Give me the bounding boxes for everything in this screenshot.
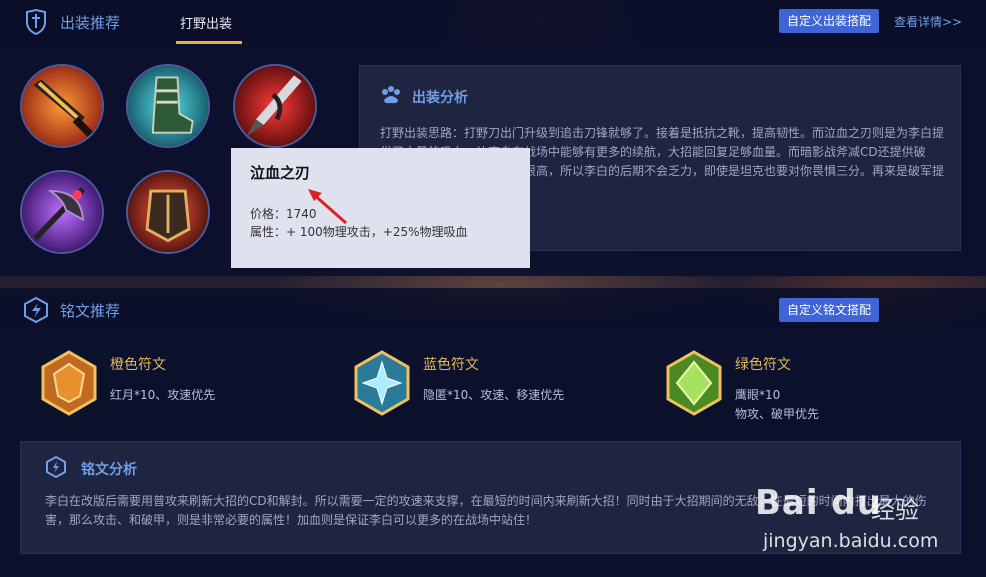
rune-orange-desc: 红月*10、攻速优先 [110,386,215,405]
rune-blue-desc-line1: 隐匿*10、攻速、移速优先 [423,388,565,402]
orange-rune-icon [41,350,97,416]
rune-blue[interactable]: 蓝色符文 隐匿*10、攻速、移速优先 [353,350,653,430]
item-bloodweeper-blade[interactable] [233,64,317,148]
tab-jungle-build[interactable]: 打野出装 [180,13,232,32]
rune-orange[interactable]: 橙色符文 红月*10、攻速优先 [40,350,340,430]
rune-green-name: 绿色符文 [735,357,791,373]
green-rune-icon [666,350,722,416]
rune-green-desc: 鹰眼*10 物攻、破甲优先 [735,386,819,424]
rune-hexagon-icon [46,456,66,478]
paw-icon [382,86,400,104]
item-tooltip: 泣血之刃 价格：1740 属性：+ 100物理攻击，+25%物理吸血 [231,148,530,268]
rune-blue-name: 蓝色符文 [423,357,479,373]
rune-green[interactable]: 绿色符文 鹰眼*10 物攻、破甲优先 [665,350,965,430]
rune-blue-desc: 隐匿*10、攻速、移速优先 [423,386,564,405]
tooltip-item-attributes: 属性：+ 100物理攻击，+25%物理吸血 [250,225,468,239]
item-resistance-boots[interactable] [126,64,210,148]
rune-section-title: 铭文推荐 [60,302,121,320]
rune-hexagon-icon [24,296,48,324]
build-section-header: 出装推荐 打野出装 自定义出装搭配 查看详情>> [0,0,986,44]
item-armor-breaker[interactable] [126,170,210,254]
tooltip-item-name: 泣血之刃 [250,164,311,182]
item-jungle-blade[interactable] [20,64,104,148]
rune-section-header: 铭文推荐 自定义铭文搭配 [0,288,986,332]
rune-orange-desc-line1: 红月*10、攻速优先 [110,388,216,402]
custom-build-button[interactable]: 自定义出装搭配 [779,9,880,33]
build-section-title: 出装推荐 [60,14,121,32]
rune-green-desc-line1: 鹰眼*10 [735,388,781,402]
build-analysis-title: 出装分析 [412,90,468,106]
view-details-link[interactable]: 查看详情>> [894,13,962,30]
item-shadow-battleaxe[interactable] [20,170,104,254]
blue-rune-icon [354,350,410,416]
rune-analysis-text: 李白在改版后需要用普攻来刷新大招的CD和解封。所以需要一定的攻速来支撑，在最短的… [45,494,927,527]
rune-analysis-title: 铭文分析 [81,462,137,478]
rune-analysis-panel: 铭文分析 李白在改版后需要用普攻来刷新大招的CD和解封。所以需要一定的攻速来支撑… [20,441,961,554]
rune-orange-name: 橙色符文 [110,357,166,373]
custom-rune-button[interactable]: 自定义铭文搭配 [779,298,880,322]
tooltip-item-price: 价格：1740 [250,207,317,221]
sword-shield-icon [26,8,46,36]
rune-green-desc-line2: 物攻、破甲优先 [735,407,820,421]
